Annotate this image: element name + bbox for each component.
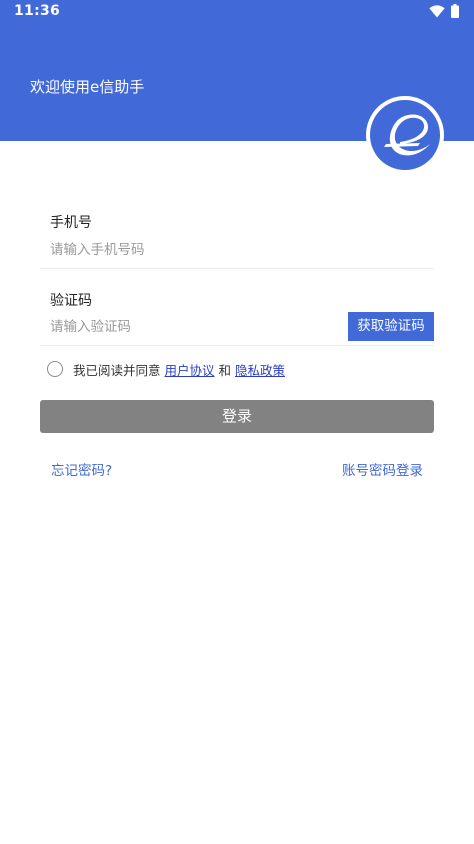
status-bar: 11:36 [0,0,474,26]
phone-label: 手机号 [50,215,92,231]
code-input[interactable] [50,316,330,338]
password-login-link[interactable]: 账号密码登录 [342,459,423,479]
agreement-text: 我已阅读并同意 用户协议 和 隐私政策 [73,360,285,379]
phone-input[interactable] [50,239,340,261]
agreement-and: 和 [214,363,235,378]
forgot-password-link[interactable]: 忘记密码? [51,459,112,479]
privacy-policy-link[interactable]: 隐私政策 [235,363,285,378]
e-logo-icon [384,114,430,156]
agreement-radio[interactable] [47,361,63,377]
code-label: 验证码 [50,293,92,309]
agreement-prefix: 我已阅读并同意 [73,363,165,378]
app-logo [366,96,444,174]
wifi-icon [429,5,445,18]
welcome-title: 欢迎使用e信助手 [30,78,145,96]
user-agreement-link[interactable]: 用户协议 [164,363,214,378]
app-logo-mark [370,100,440,170]
phone-divider [40,268,434,269]
status-time: 11:36 [14,3,61,19]
battery-icon [451,4,459,18]
login-button[interactable]: 登录 [40,400,434,433]
get-code-button[interactable]: 获取验证码 [348,312,434,341]
code-divider [40,345,434,346]
